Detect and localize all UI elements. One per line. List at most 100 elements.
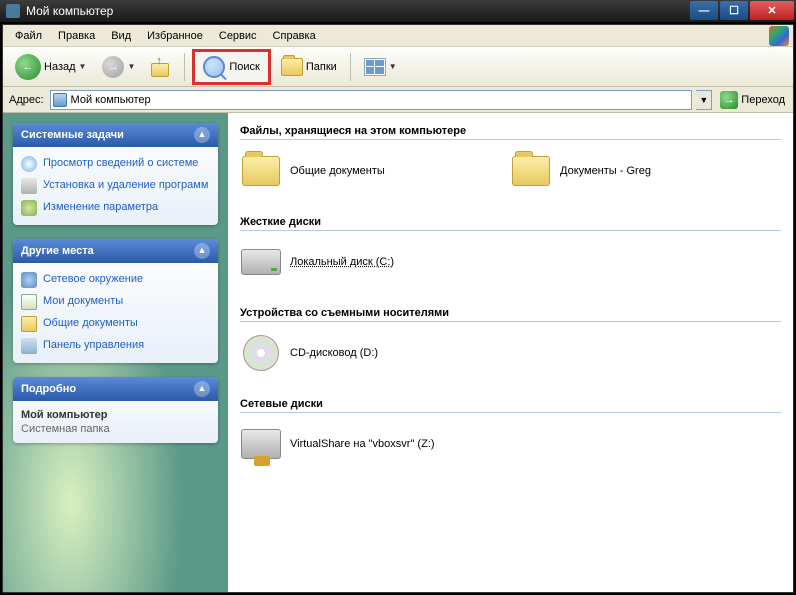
place-control-panel[interactable]: Панель управления (21, 335, 210, 357)
search-label: Поиск (229, 61, 259, 73)
go-arrow-icon: → (720, 91, 738, 109)
views-button[interactable]: ▼ (358, 55, 403, 79)
titlebar[interactable]: Мой компьютер — ☐ ✕ (0, 0, 796, 22)
item-shared-documents[interactable]: Общие документы (240, 150, 480, 192)
address-value: Мой компьютер (71, 94, 151, 106)
item-network-drive[interactable]: VirtualShare на "vboxsvr" (Z:) (240, 423, 480, 465)
chevron-down-icon: ▼ (79, 62, 87, 71)
separator (184, 53, 185, 81)
separator (350, 53, 351, 81)
cd-icon (243, 335, 279, 371)
menu-file[interactable]: Файл (7, 28, 50, 44)
back-arrow-icon: ← (15, 54, 41, 80)
hdd-icon (241, 249, 281, 275)
go-label: Переход (741, 94, 785, 106)
control-panel-icon (21, 338, 37, 354)
task-system-info[interactable]: Просмотр сведений о системе (21, 153, 210, 175)
up-folder-icon: ↑ (151, 57, 171, 77)
network-drive-icon (241, 429, 281, 459)
panel-header[interactable]: Другие места ▲ (13, 239, 218, 263)
info-icon (21, 156, 37, 172)
place-my-documents[interactable]: Мои документы (21, 291, 210, 313)
panel-header[interactable]: Системные задачи ▲ (13, 123, 218, 147)
close-button[interactable]: ✕ (750, 1, 794, 20)
minimize-button[interactable]: — (690, 1, 718, 20)
panel-other-places: Другие места ▲ Сетевое окружение Мои док… (13, 239, 218, 363)
computer-icon (6, 4, 20, 18)
windows-logo-icon (769, 26, 789, 46)
task-pane: Системные задачи ▲ Просмотр сведений о с… (3, 113, 228, 592)
item-label: VirtualShare на "vboxsvr" (Z:) (290, 438, 435, 450)
panel-title: Системные задачи (21, 129, 124, 141)
item-label: Документы - Greg (560, 165, 651, 177)
task-label: Просмотр сведений о системе (43, 156, 198, 170)
place-label: Сетевое окружение (43, 272, 143, 286)
menubar: Файл Правка Вид Избранное Сервис Справка (3, 25, 793, 47)
address-input[interactable]: Мой компьютер (50, 90, 693, 110)
content-area: Файлы, хранящиеся на этом компьютере Общ… (228, 113, 793, 592)
address-label: Адрес: (7, 94, 46, 106)
back-button[interactable]: ← Назад ▼ (9, 51, 92, 83)
group-header-removable: Устройства со съемными носителями (240, 301, 781, 322)
window-controls: — ☐ ✕ (690, 0, 796, 22)
panel-system-tasks: Системные задачи ▲ Просмотр сведений о с… (13, 123, 218, 225)
task-change-setting[interactable]: Изменение параметра (21, 197, 210, 219)
go-button[interactable]: → Переход (716, 90, 789, 110)
folders-label: Папки (306, 61, 337, 73)
window-title: Мой компьютер (26, 4, 690, 18)
settings-icon (21, 200, 37, 216)
menu-favorites[interactable]: Избранное (139, 28, 211, 44)
chevron-down-icon: ▼ (389, 62, 397, 71)
item-local-disk-c[interactable]: Локальный диск (C:) (240, 241, 480, 283)
folder-icon (512, 156, 550, 186)
search-button[interactable]: Поиск (192, 49, 270, 85)
place-label: Общие документы (43, 316, 138, 330)
task-add-remove[interactable]: Установка и удаление программ (21, 175, 210, 197)
forward-arrow-icon: → (102, 56, 124, 78)
item-user-documents[interactable]: Документы - Greg (510, 150, 750, 192)
menu-help[interactable]: Справка (265, 28, 324, 44)
views-icon (364, 58, 386, 76)
item-label: CD-дисковод (D:) (290, 347, 378, 359)
folder-icon (21, 316, 37, 332)
menu-edit[interactable]: Правка (50, 28, 103, 44)
item-label: Общие документы (290, 165, 385, 177)
magnifier-icon (203, 56, 225, 78)
address-dropdown[interactable]: ▼ (696, 90, 712, 110)
up-button[interactable]: ↑ (145, 54, 177, 80)
programs-icon (21, 178, 37, 194)
group-header-files: Файлы, хранящиеся на этом компьютере (240, 119, 781, 140)
collapse-icon[interactable]: ▲ (194, 243, 210, 259)
place-network[interactable]: Сетевое окружение (21, 269, 210, 291)
task-label: Установка и удаление программ (43, 178, 208, 192)
chevron-down-icon: ▼ (127, 62, 135, 71)
folders-button[interactable]: Папки (275, 55, 343, 79)
collapse-icon[interactable]: ▲ (194, 127, 210, 143)
menu-view[interactable]: Вид (103, 28, 139, 44)
menu-tools[interactable]: Сервис (211, 28, 265, 44)
collapse-icon[interactable]: ▲ (194, 381, 210, 397)
computer-icon (53, 93, 67, 107)
place-label: Мои документы (43, 294, 123, 308)
panel-header[interactable]: Подробно ▲ (13, 377, 218, 401)
toolbar: ← Назад ▼ → ▼ ↑ Поиск Папки (3, 47, 793, 87)
folder-icon (242, 156, 280, 186)
group-header-network: Сетевые диски (240, 392, 781, 413)
address-bar: Адрес: Мой компьютер ▼ → Переход (3, 87, 793, 113)
item-label: Локальный диск (C:) (290, 256, 394, 268)
item-cd-drive[interactable]: CD-дисковод (D:) (240, 332, 480, 374)
panel-title: Другие места (21, 245, 94, 257)
maximize-button[interactable]: ☐ (720, 1, 748, 20)
folder-icon (281, 58, 303, 76)
forward-button[interactable]: → ▼ (96, 53, 141, 81)
details-name: Мой компьютер (21, 409, 210, 421)
network-icon (21, 272, 37, 288)
task-label: Изменение параметра (43, 200, 158, 214)
documents-icon (21, 294, 37, 310)
panel-title: Подробно (21, 383, 76, 395)
panel-details: Подробно ▲ Мой компьютер Системная папка (13, 377, 218, 443)
back-label: Назад (44, 61, 76, 73)
details-type: Системная папка (21, 423, 210, 435)
place-label: Панель управления (43, 338, 144, 352)
place-shared-documents[interactable]: Общие документы (21, 313, 210, 335)
